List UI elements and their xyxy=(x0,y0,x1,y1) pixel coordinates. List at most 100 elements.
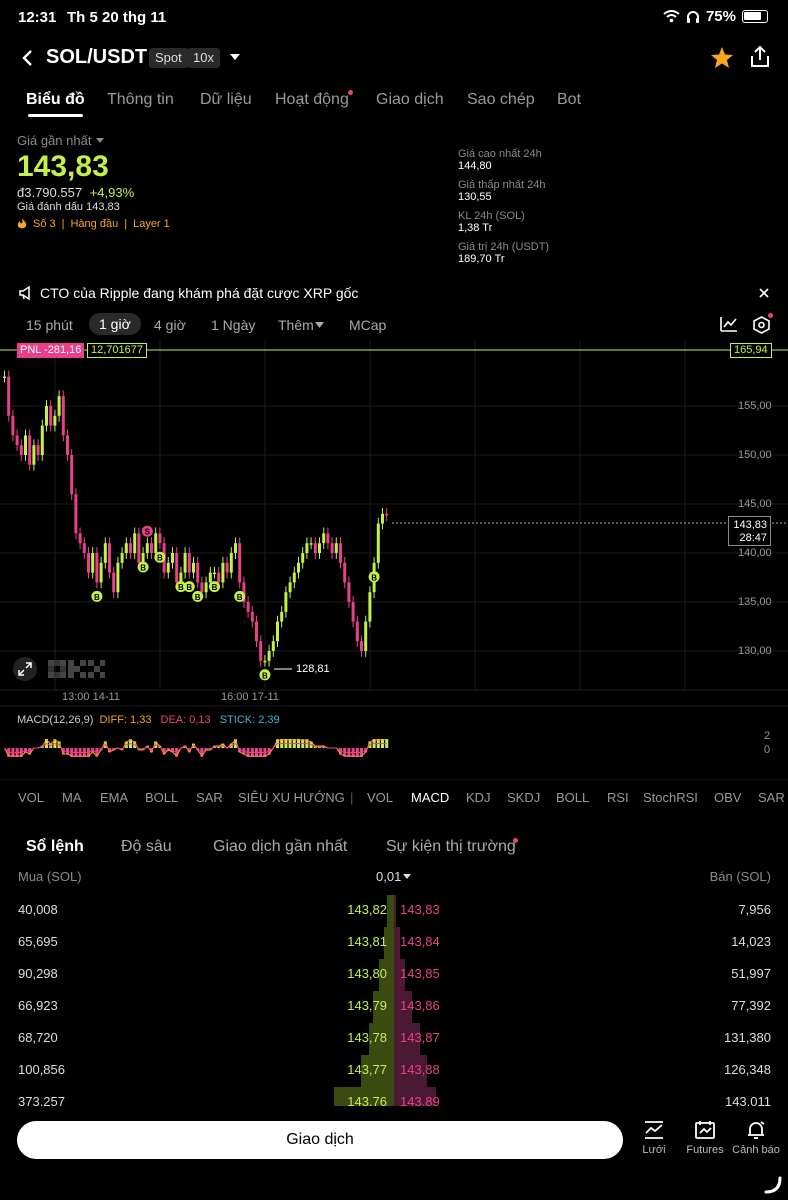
ind-sub-rsi[interactable]: RSI xyxy=(607,790,629,805)
ind-sub-stochrsi[interactable]: StochRSI xyxy=(643,790,698,805)
tab-depth[interactable]: Độ sâu xyxy=(121,838,172,856)
ind-sub-boll[interactable]: BOLL xyxy=(556,790,589,805)
candle xyxy=(166,562,170,573)
orderbook-row[interactable]: 90,298 143,80 143,85 51,997 xyxy=(0,959,788,991)
ind-main-supertrend[interactable]: SIÊU XU HƯỚNG xyxy=(238,790,345,805)
tick-size-select[interactable]: 0,01 xyxy=(376,869,401,884)
alert-label: Cảnh báo xyxy=(732,1144,780,1156)
ind-sub-obv[interactable]: OBV xyxy=(714,790,741,805)
close-icon[interactable] xyxy=(759,288,769,298)
bid-price[interactable]: 143,80 xyxy=(347,966,387,981)
ask-price[interactable]: 143,83 xyxy=(400,902,440,917)
tab-recent-trades[interactable]: Giao dịch gần nhất xyxy=(213,838,347,856)
candle xyxy=(175,553,179,583)
events-badge xyxy=(513,838,518,843)
share-icon[interactable] xyxy=(749,45,771,69)
bid-price[interactable]: 143,81 xyxy=(347,934,387,949)
announcement-text[interactable]: CTO của Ripple đang khám phá đặt cược XR… xyxy=(40,285,358,301)
tab-data[interactable]: Dữ liệu xyxy=(200,91,252,109)
orderbook-row[interactable]: 40,008 143,82 143,83 7,956 xyxy=(0,895,788,927)
ask-qty: 77,392 xyxy=(731,998,771,1013)
tag-layer1[interactable]: Layer 1 xyxy=(133,218,170,230)
trade-button[interactable]: Giao dịch xyxy=(17,1121,623,1159)
bell-icon xyxy=(748,1121,765,1139)
tab-market-events[interactable]: Sự kiện thị trường xyxy=(386,838,516,856)
orderbook-row[interactable]: 66,923 143,79 143,86 77,392 xyxy=(0,991,788,1023)
chart-settings-icon[interactable] xyxy=(753,316,770,334)
bid-price[interactable]: 143,77 xyxy=(347,1062,387,1077)
interval-more[interactable]: Thêm xyxy=(278,317,314,333)
bid-price[interactable]: 143,78 xyxy=(347,1030,387,1045)
alert-button[interactable]: Cảnh báo xyxy=(728,1120,784,1156)
grid-button[interactable]: Lưới xyxy=(626,1120,682,1156)
buy-marker-label: B xyxy=(157,554,163,563)
ind-main-ma[interactable]: MA xyxy=(62,790,82,805)
ind-sub-vol[interactable]: VOL xyxy=(367,790,393,805)
ind-sub-skdj[interactable]: SKDJ xyxy=(507,790,540,805)
bid-price[interactable]: 143,79 xyxy=(347,998,387,1013)
interval-mcap[interactable]: MCap xyxy=(349,317,386,333)
futures-button[interactable]: Futures xyxy=(677,1120,733,1156)
tab-info[interactable]: Thông tin xyxy=(107,91,174,109)
main-tabs: Biểu đồ Thông tin Dữ liệu Hoạt động Giao… xyxy=(0,88,788,120)
tag-rank[interactable]: Số 3 xyxy=(33,218,56,230)
announcement-bar[interactable]: CTO của Ripple đang khám phá đặt cược XR… xyxy=(0,284,788,304)
ind-main-ema[interactable]: EMA xyxy=(100,790,128,805)
ask-qty: 7,956 xyxy=(738,902,771,917)
orderbook-row[interactable]: 68,720 143,78 143,87 131,380 xyxy=(0,1023,788,1055)
ask-price[interactable]: 143,88 xyxy=(400,1062,440,1077)
candle xyxy=(120,553,124,563)
back-icon[interactable] xyxy=(20,49,34,67)
candle xyxy=(74,494,78,534)
orderbook-row[interactable]: 100,856 143,77 143,88 126,348 xyxy=(0,1055,788,1087)
expand-button[interactable] xyxy=(13,657,37,681)
tab-chart[interactable]: Biểu đồ xyxy=(26,91,85,117)
stat-vol-label: KL 24h (SOL) xyxy=(458,210,525,222)
wifi-icon xyxy=(663,10,680,23)
candle xyxy=(313,543,317,553)
candle xyxy=(381,513,384,524)
interval-4h[interactable]: 4 giờ xyxy=(154,317,186,333)
ask-qty: 51,997 xyxy=(731,966,771,981)
macd-panel xyxy=(4,739,389,757)
ind-main-boll[interactable]: BOLL xyxy=(145,790,178,805)
pair-title[interactable]: SOL/USDT xyxy=(46,46,147,69)
clock: 12:31 xyxy=(18,9,57,26)
bid-price[interactable]: 143,82 xyxy=(347,902,387,917)
stat-low-value: 130,55 xyxy=(458,191,492,203)
ask-price[interactable]: 143,87 xyxy=(400,1030,440,1045)
interval-15m[interactable]: 15 phút xyxy=(26,317,73,333)
ask-price[interactable]: 143,85 xyxy=(400,966,440,981)
pnl-badge[interactable]: PNL -281,16 xyxy=(17,343,85,358)
buy-marker-label: B xyxy=(237,593,243,602)
bid-qty: 40,008 xyxy=(18,902,58,917)
ask-price[interactable]: 143,86 xyxy=(400,998,440,1013)
sell-marker-label: S xyxy=(145,528,151,537)
tab-copy[interactable]: Sao chép xyxy=(467,91,535,109)
tab-activity[interactable]: Hoạt động xyxy=(275,91,349,109)
last-price-label[interactable]: Giá gần nhất xyxy=(17,133,91,148)
ind-sub-macd[interactable]: MACD xyxy=(411,790,449,805)
orderbook-row[interactable]: 65,695 143,81 143,84 14,023 xyxy=(0,927,788,959)
okx-logo xyxy=(48,660,105,678)
ask-price[interactable]: 143,84 xyxy=(400,934,440,949)
tab-orderbook[interactable]: Sổ lệnh xyxy=(26,838,84,856)
tag-row: Số 3 | Hàng đầu | Layer 1 xyxy=(17,218,317,230)
candle xyxy=(276,621,279,642)
indicator-icon[interactable] xyxy=(720,316,738,332)
ind-main-sar[interactable]: SAR xyxy=(196,790,223,805)
candle xyxy=(355,621,359,642)
ind-main-vol[interactable]: VOL xyxy=(18,790,44,805)
y-tick-140: 140,00 xyxy=(738,547,772,559)
interval-1h[interactable]: 1 giờ xyxy=(89,313,141,335)
interval-bar: 15 phút 1 giờ 4 giờ 1 Ngày Thêm MCap xyxy=(0,313,788,337)
ind-sub-sar[interactable]: SAR xyxy=(758,790,785,805)
tab-trade[interactable]: Giao dịch xyxy=(376,91,444,109)
pair-dropdown-icon[interactable] xyxy=(229,53,241,61)
star-icon[interactable] xyxy=(710,46,734,69)
tag-top[interactable]: Hàng đầu xyxy=(71,218,119,230)
tab-bot[interactable]: Bot xyxy=(557,91,581,109)
ind-sub-kdj[interactable]: KDJ xyxy=(466,790,491,805)
candle xyxy=(204,582,208,593)
interval-1d[interactable]: 1 Ngày xyxy=(211,317,255,333)
